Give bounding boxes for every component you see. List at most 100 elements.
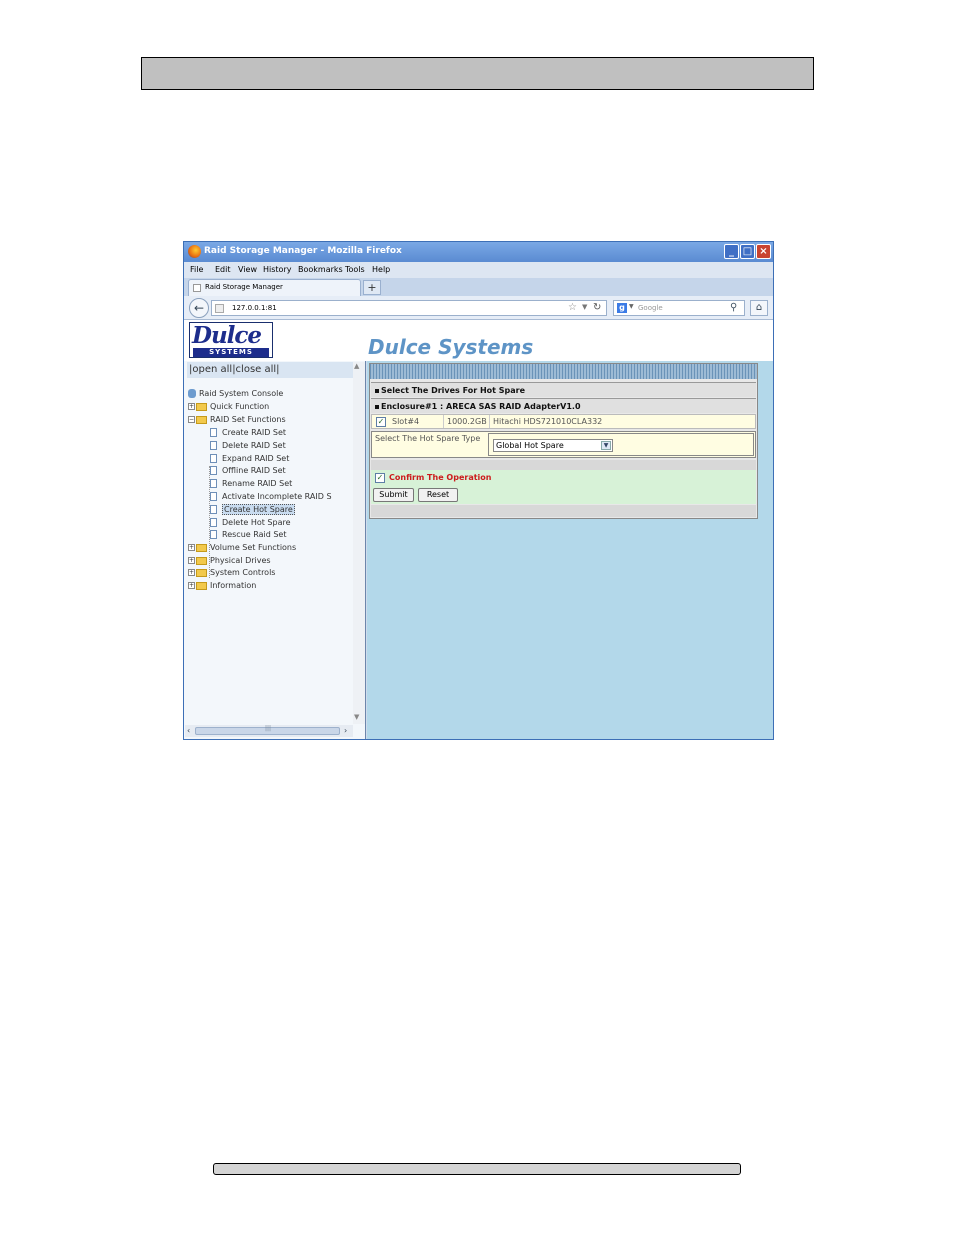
bullet-icon <box>375 388 379 393</box>
scrollbar-grip-icon: ||| <box>265 725 272 732</box>
page-header: Dulce SYSTEMS Dulce Systems <box>184 320 773 361</box>
new-tab-button[interactable]: + <box>363 280 381 295</box>
search-placeholder: Google <box>638 304 663 312</box>
folder-icon <box>196 581 207 590</box>
folder-icon <box>196 568 207 577</box>
button-row: Submit Reset <box>371 487 756 504</box>
tree-item-system-controls[interactable]: + System Controls <box>188 567 275 579</box>
page-icon <box>210 466 217 475</box>
menu-help[interactable]: Help <box>372 265 390 274</box>
google-icon[interactable]: g <box>617 303 627 313</box>
scroll-down-arrow-icon[interactable]: ▼ <box>354 713 359 721</box>
tree-item-delete-raid-set[interactable]: Delete RAID Set <box>210 440 286 452</box>
minimize-button[interactable]: _ <box>724 244 739 259</box>
tree-item-rescue-raid-set[interactable]: Rescue Raid Set <box>210 529 287 541</box>
url-bar[interactable]: 127.0.0.1:81 ☆ ▼ ↻ <box>211 300 607 316</box>
maximize-button[interactable]: □ <box>740 244 755 259</box>
page-icon <box>193 284 201 292</box>
menu-edit[interactable]: Edit <box>215 265 231 274</box>
tab-raid-storage-manager[interactable]: Raid Storage Manager <box>188 279 361 296</box>
expand-icon[interactable]: + <box>188 569 195 576</box>
document-header-bar <box>141 57 814 90</box>
enclosure-heading: Enclosure#1 : ARECA SAS RAID AdapterV1.0 <box>371 398 756 413</box>
console-icon <box>188 389 196 398</box>
home-icon[interactable]: ⌂ <box>750 300 768 316</box>
navigation-bar: ← 127.0.0.1:81 ☆ ▼ ↻ g ▼ Google ⚲ ⌂ <box>184 296 773 320</box>
tree-item-activate-incomplete-raid-set[interactable]: Activate Incomplete RAID S <box>210 491 332 503</box>
dulce-logo: Dulce SYSTEMS <box>189 322 273 358</box>
tree-item-physical-drives[interactable]: + Physical Drives <box>188 555 271 567</box>
menu-history[interactable]: History <box>263 265 291 274</box>
sidebar-horizontal-scrollbar[interactable]: ‹ ||| › <box>185 725 353 737</box>
sidebar: |open all|close all| Raid System Console… <box>184 361 366 739</box>
expand-icon[interactable]: + <box>188 557 195 564</box>
folder-icon <box>196 402 207 411</box>
tree-item-rename-raid-set[interactable]: Rename RAID Set <box>210 478 292 490</box>
folder-icon <box>196 543 207 552</box>
confirm-checkbox[interactable]: ✓ <box>375 473 385 483</box>
expand-icon[interactable]: + <box>188 544 195 551</box>
submit-button[interactable]: Submit <box>373 488 414 502</box>
tab-label: Raid Storage Manager <box>205 283 283 291</box>
bookmark-star-icon[interactable]: ☆ <box>568 302 577 313</box>
main-content: Select The Drives For Hot Spare Enclosur… <box>367 361 773 739</box>
tree-item-create-raid-set[interactable]: Create RAID Set <box>210 427 286 439</box>
drive-model: Hitachi HDS721010CLA332 <box>489 415 755 428</box>
search-engine-dropdown-icon[interactable]: ▼ <box>629 303 634 310</box>
tree-item-raid-set-functions[interactable]: − RAID Set Functions <box>188 414 286 426</box>
firefox-icon <box>188 245 201 258</box>
drive-checkbox[interactable]: ✓ <box>376 417 386 427</box>
browser-window: Raid Storage Manager - Mozilla Firefox _… <box>183 241 774 740</box>
close-button[interactable]: × <box>756 244 771 259</box>
form-heading-text: Select The Drives For Hot Spare <box>381 386 526 395</box>
url-dropdown-icon[interactable]: ▼ <box>582 303 587 311</box>
form-footer <box>371 505 756 517</box>
form-heading: Select The Drives For Hot Spare <box>371 382 756 397</box>
page-icon <box>210 479 217 488</box>
collapse-icon[interactable]: − <box>188 416 195 423</box>
search-icon[interactable]: ⚲ <box>730 302 737 313</box>
open-close-all-links[interactable]: |open all|close all| <box>187 362 355 378</box>
tree-item-information[interactable]: + Information <box>188 580 256 592</box>
page-icon <box>210 530 217 539</box>
chevron-down-icon[interactable]: ▼ <box>601 441 611 450</box>
tree-item-delete-hot-spare[interactable]: Delete Hot Spare <box>210 517 291 529</box>
search-box[interactable]: g ▼ Google ⚲ <box>613 300 745 316</box>
scroll-up-arrow-icon[interactable]: ▲ <box>354 362 359 370</box>
tree-item-quick-function[interactable]: + Quick Function <box>188 401 269 413</box>
window-title: Raid Storage Manager - Mozilla Firefox <box>204 246 402 256</box>
tree-item-offline-raid-set[interactable]: Offline RAID Set <box>210 465 286 477</box>
confirm-row: ✓ Confirm The Operation <box>371 470 756 487</box>
hot-spare-type-label: Select The Hot Spare Type <box>375 434 481 443</box>
form-pattern-header <box>370 364 757 379</box>
scroll-right-arrow-icon[interactable]: › <box>344 726 347 735</box>
hot-spare-type-select[interactable]: Global Hot Spare ▼ <box>493 439 613 452</box>
page-icon <box>210 441 217 450</box>
page-icon <box>210 492 217 501</box>
menu-bar: File Edit View History Bookmarks Tools H… <box>184 262 773 278</box>
scroll-left-arrow-icon[interactable]: ‹ <box>187 726 190 735</box>
site-identity-icon[interactable] <box>215 304 224 313</box>
enclosure-heading-text: Enclosure#1 : ARECA SAS RAID AdapterV1.0 <box>381 402 581 411</box>
tree-item-volume-set-functions[interactable]: + Volume Set Functions <box>188 542 296 554</box>
folder-icon <box>196 556 207 565</box>
reload-icon[interactable]: ↻ <box>593 302 601 313</box>
hot-spare-type-row: Select The Hot Spare Type Global Hot Spa… <box>371 431 756 458</box>
menu-file[interactable]: File <box>190 265 203 274</box>
back-arrow-icon[interactable]: ← <box>189 298 209 318</box>
title-bar: Raid Storage Manager - Mozilla Firefox _… <box>184 242 773 262</box>
tree-item-expand-raid-set[interactable]: Expand RAID Set <box>210 453 289 465</box>
menu-tools[interactable]: Tools <box>345 265 365 274</box>
expand-icon[interactable]: + <box>188 582 195 589</box>
menu-view[interactable]: View <box>238 265 257 274</box>
sidebar-vertical-scrollbar[interactable]: ▲ ▼ <box>353 362 365 724</box>
reset-button[interactable]: Reset <box>418 488 458 502</box>
menu-bookmarks[interactable]: Bookmarks <box>298 265 343 274</box>
url-text: 127.0.0.1:81 <box>232 304 277 312</box>
expand-icon[interactable]: + <box>188 403 195 410</box>
separator-row <box>371 460 756 470</box>
drive-capacity: 1000.2GB <box>443 415 489 428</box>
tree-item-create-hot-spare[interactable]: Create Hot Spare <box>210 504 295 516</box>
drive-row: ✓ Slot#4 1000.2GB Hitachi HDS721010CLA33… <box>371 414 756 429</box>
tree-item-raid-system-console[interactable]: Raid System Console <box>188 388 283 400</box>
